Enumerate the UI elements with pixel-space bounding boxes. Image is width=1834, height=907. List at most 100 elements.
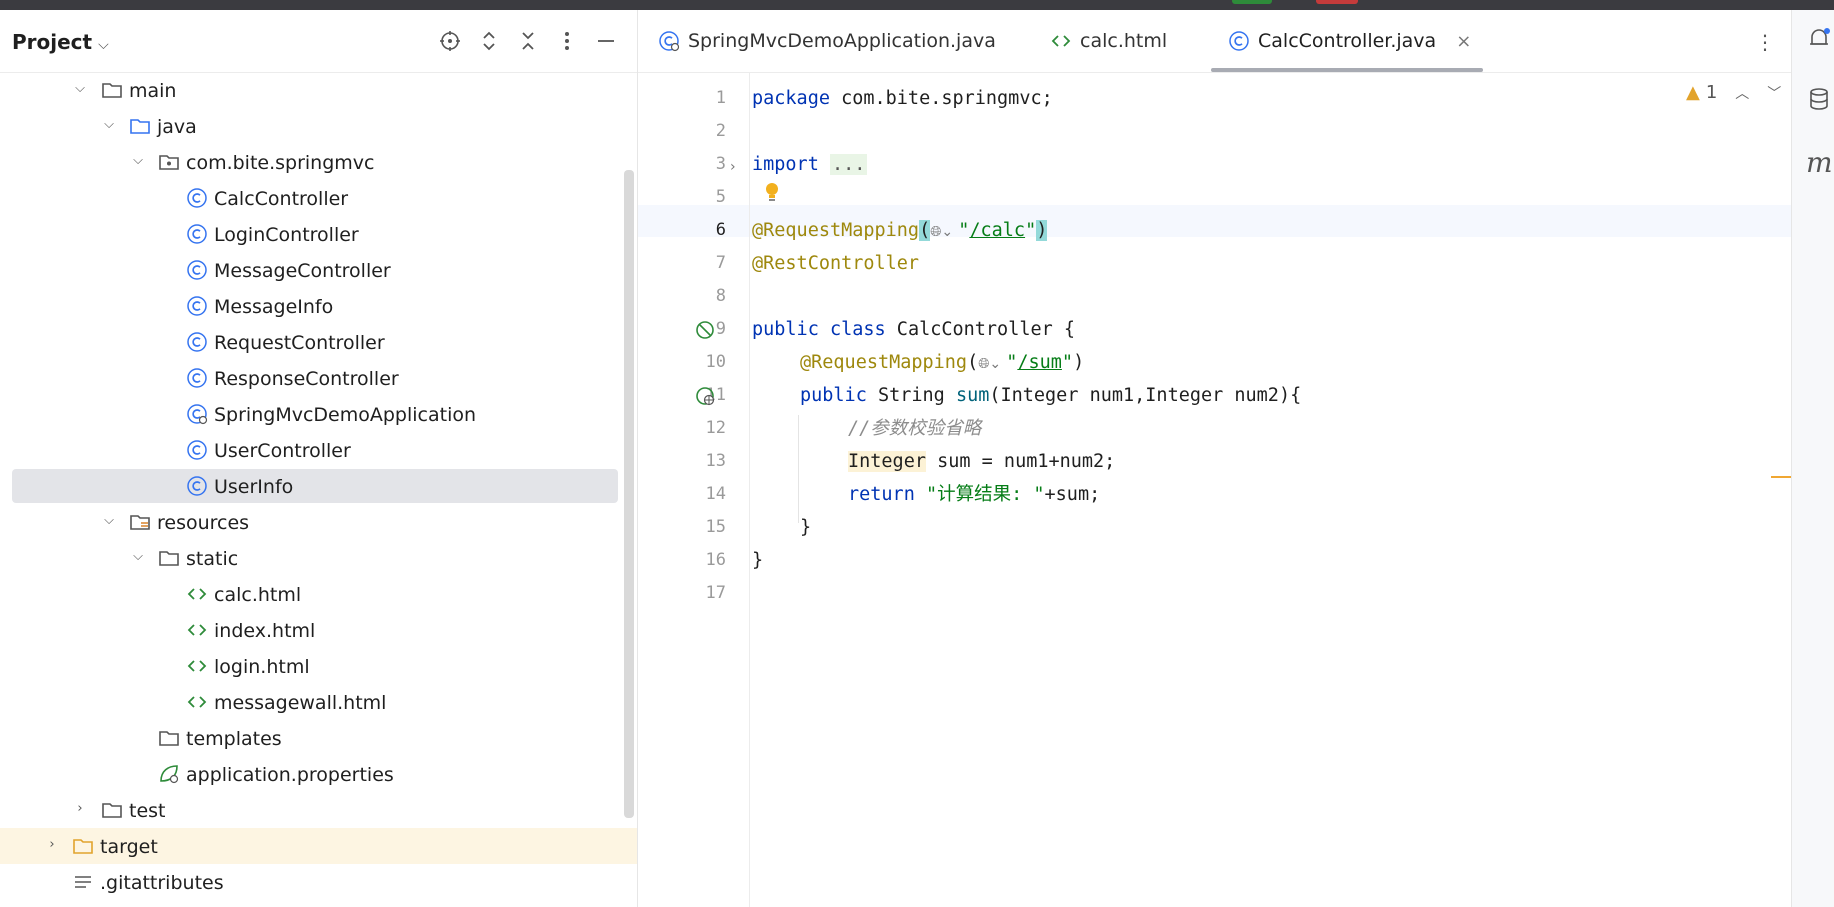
tree-node-main[interactable]: ⌵ main (0, 72, 625, 108)
tree-label: test (129, 800, 166, 822)
line-number: 6 (715, 220, 726, 240)
tab-calccontroller[interactable]: CalcController.java × (1228, 28, 1471, 54)
tree-node-resources[interactable]: ⌵ resources (0, 504, 625, 540)
tab-label: calc.html (1080, 30, 1168, 52)
tree-node-class[interactable]: CalcController (0, 180, 625, 216)
chevron-down-icon[interactable]: ﹀ (1767, 83, 1781, 103)
folder-icon (101, 79, 123, 101)
warning-scroll-marker[interactable] (1771, 476, 1791, 478)
collapse-all-icon[interactable] (515, 28, 541, 54)
project-panel-header: Project ⌵ (0, 10, 637, 73)
project-title: Project (12, 30, 93, 54)
tree-label: login.html (214, 656, 310, 678)
tree-label: UserInfo (214, 476, 294, 498)
tab-calc-html[interactable]: calc.html (1050, 28, 1167, 54)
close-icon[interactable]: × (1456, 31, 1471, 52)
tree-node-html[interactable]: index.html (0, 612, 625, 648)
tree-node-static[interactable]: ⌵ static (0, 540, 625, 576)
text-file-icon (72, 871, 94, 893)
code-line-10[interactable]: @RequestMapping(🌐︎⌄ "/sum") (800, 348, 1084, 378)
lightbulb-icon[interactable] (764, 182, 780, 208)
folder-icon (158, 547, 180, 569)
tree-node-class[interactable]: RequestController (0, 324, 625, 360)
chevron-down-icon: ⌵ (98, 37, 109, 53)
globe-dropdown-icon[interactable]: 🌐︎⌄ (930, 217, 958, 247)
line-number: 14 (705, 484, 726, 504)
chevron-down-icon[interactable]: ⌵ (101, 513, 117, 529)
code-line-14[interactable]: return "计算结果: "+sum; (848, 480, 1100, 510)
globe-dropdown-icon[interactable]: 🌐︎⌄ (978, 349, 1006, 379)
html-icon (186, 655, 208, 677)
notifications-icon[interactable] (1806, 26, 1832, 52)
chevron-down-icon[interactable]: ⌵ (130, 153, 146, 169)
tree-node-html[interactable]: messagewall.html (0, 684, 625, 720)
class-icon (1228, 30, 1250, 52)
tree-node-html[interactable]: calc.html (0, 576, 625, 612)
tree-node-gitattributes[interactable]: .gitattributes (0, 864, 625, 900)
tree-label: UserController (214, 440, 351, 462)
code-line-12[interactable]: //参数校验省略 (848, 414, 981, 444)
spring-app-class-icon (186, 403, 208, 425)
tree-node-class-selected[interactable]: UserInfo (0, 468, 625, 504)
code-line-11[interactable]: public String sum(Integer num1,Integer n… (800, 381, 1301, 411)
tree-node-package[interactable]: ⌵ com.bite.springmvc (0, 144, 625, 180)
locate-icon[interactable] (437, 28, 463, 54)
tree-node-properties[interactable]: application.properties (0, 756, 625, 792)
code-line-9[interactable]: public class CalcController { (752, 315, 1075, 345)
code-line-13[interactable]: Integer sum = num1+num2; (848, 447, 1115, 477)
tree-node-java[interactable]: ⌵ java (0, 108, 625, 144)
tree-node-test[interactable]: › test (0, 792, 625, 828)
minimize-icon[interactable] (593, 28, 619, 54)
url-link[interactable]: /calc (969, 220, 1025, 241)
source-folder-icon (129, 115, 151, 137)
line-number: 13 (705, 451, 726, 471)
tree-node-class[interactable]: LoginController (0, 216, 625, 252)
bean-no-icon[interactable] (694, 319, 716, 345)
url-link[interactable]: /sum (1017, 352, 1062, 373)
project-view-selector[interactable]: Project ⌵ (12, 30, 109, 54)
chevron-up-icon[interactable]: ︿ (1735, 83, 1749, 103)
folded-imports[interactable]: ... (829, 154, 868, 175)
code-line-3[interactable]: import ... (752, 150, 868, 180)
code-line-1[interactable]: package com.bite.springmvc; (752, 84, 1053, 114)
keyword: public (800, 385, 867, 406)
project-scrollbar[interactable] (624, 170, 634, 818)
tree-label: application.properties (186, 764, 394, 786)
more-icon[interactable]: ⋮ (1755, 30, 1775, 54)
tree-node-html[interactable]: login.html (0, 648, 625, 684)
tree-node-class[interactable]: UserController (0, 432, 625, 468)
comment: //参数校验省略 (848, 418, 982, 439)
code-line-15[interactable]: } (800, 513, 811, 543)
endpoint-globe-icon[interactable] (694, 385, 716, 411)
excluded-folder-icon (72, 835, 94, 857)
tree-node-class[interactable]: SpringMvcDemoApplication (0, 396, 625, 432)
code-line-16[interactable]: } (752, 546, 763, 576)
editor-panel: SpringMvcDemoApplication.java calc.html … (638, 10, 1791, 907)
more-icon[interactable] (554, 28, 580, 54)
database-icon[interactable] (1806, 86, 1832, 112)
tree-node-templates[interactable]: templates (0, 720, 625, 756)
class-icon (186, 439, 208, 461)
tree-node-target[interactable]: › target (0, 828, 637, 864)
code-line-6[interactable]: @RequestMapping(🌐︎⌄ "/calc") (752, 216, 1048, 247)
code-text: +sum; (1044, 484, 1101, 505)
tree-node-class[interactable]: MessageController (0, 252, 625, 288)
annotation: @RequestMapping (800, 352, 968, 373)
warning-icon: ▲ (1686, 82, 1700, 103)
chevron-down-icon[interactable]: ⌵ (101, 117, 117, 133)
code-line-7[interactable]: @RestController (752, 249, 919, 279)
tree-label: com.bite.springmvc (186, 152, 375, 174)
expand-all-icon[interactable] (476, 28, 502, 54)
maven-icon[interactable]: m (1806, 146, 1833, 179)
tree-node-class[interactable]: MessageInfo (0, 288, 625, 324)
chevron-down-icon[interactable]: ⌵ (72, 81, 88, 97)
tab-springmvcdemoapplication[interactable]: SpringMvcDemoApplication.java (658, 28, 996, 54)
tree-node-class[interactable]: ResponseController (0, 360, 625, 396)
chevron-right-icon[interactable]: › (44, 837, 60, 853)
chevron-down-icon[interactable]: ⌵ (130, 549, 146, 565)
inspection-widget[interactable]: ▲ 1 ︿ ﹀ (1686, 82, 1781, 103)
code-text: sum = num1+num2; (925, 451, 1116, 472)
editor-tabs: SpringMvcDemoApplication.java calc.html … (638, 10, 1791, 73)
chevron-right-icon[interactable]: › (72, 801, 88, 817)
fold-chevron-right-icon[interactable]: › (730, 159, 736, 175)
